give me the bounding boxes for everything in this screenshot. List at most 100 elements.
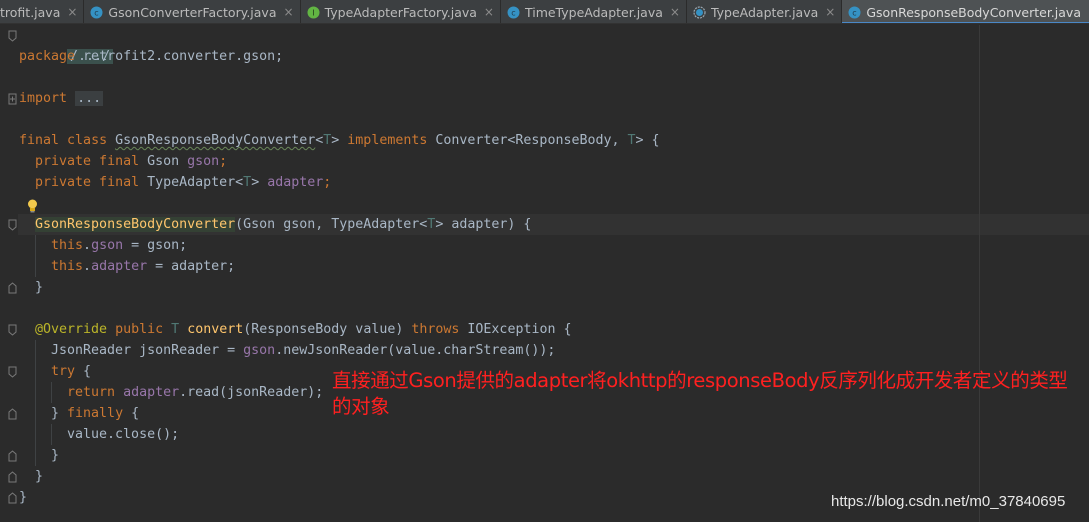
declaration: JsonReader jsonReader =	[51, 343, 244, 358]
lightbulb-icon[interactable]	[27, 199, 38, 213]
close-icon[interactable]: ×	[825, 6, 835, 18]
close-icon[interactable]: ×	[284, 6, 294, 18]
annotation: @Override	[35, 322, 108, 337]
brace: }	[35, 469, 44, 484]
editor-tab-bar: trofit.java × c GsonConverterFactory.jav…	[0, 0, 1089, 24]
class-icon: c	[90, 6, 103, 18]
semicolon: ;	[219, 154, 228, 169]
constructor-name: GsonResponseBodyConverter	[35, 217, 236, 232]
brace: }	[51, 448, 60, 463]
code-editor[interactable]: /.../ package retrofit2.converter.gson; …	[0, 25, 1089, 522]
fold-collapsed-icon[interactable]	[8, 93, 17, 105]
punct: .	[83, 259, 92, 274]
close-icon[interactable]: ×	[670, 6, 680, 18]
code-line-21: }	[19, 445, 59, 466]
fold-end-icon[interactable]	[8, 492, 17, 504]
code-line-7: private final Gson gson;	[19, 151, 227, 172]
keyword: this	[51, 259, 84, 274]
watermark: https://blog.csdn.net/m0_37840695	[831, 493, 1066, 510]
assignment: = adapter;	[147, 259, 236, 274]
keyword: class	[67, 133, 108, 148]
svg-text:c: c	[95, 8, 99, 17]
code-line-10: GsonResponseBodyConverter(Gson gson, Typ…	[19, 214, 531, 235]
params: > adapter) {	[435, 217, 532, 232]
fold-end-icon[interactable]	[8, 282, 17, 294]
fold-end-icon[interactable]	[8, 408, 17, 420]
tab-time-type-adapter[interactable]: c TimeTypeAdapter.java ×	[501, 0, 687, 23]
keyword: final	[19, 133, 60, 148]
modifiers: private final	[35, 175, 140, 190]
field: gson	[243, 343, 276, 358]
code-line-22: }	[19, 466, 43, 487]
class-icon: c	[848, 6, 861, 18]
punct: .	[83, 238, 92, 253]
brace: }	[35, 280, 44, 295]
fold-open-icon[interactable]	[8, 30, 17, 42]
field: gson	[187, 154, 220, 169]
tab-label: TypeAdapter.java	[710, 4, 819, 20]
type: Gson	[139, 154, 188, 169]
close-icon[interactable]: ×	[67, 6, 77, 18]
call: .read(jsonReader);	[179, 385, 324, 400]
type: TypeAdapter<	[139, 175, 244, 190]
class-icon: c	[507, 6, 520, 18]
fold-end-icon[interactable]	[8, 450, 17, 462]
type-param: T	[627, 133, 636, 148]
fold-end-icon[interactable]	[8, 471, 17, 483]
interface-ref: Converter<ResponseBody,	[427, 133, 628, 148]
tab-gson-response-body-converter[interactable]: c GsonResponseBodyConverter.java ×	[842, 0, 1089, 23]
method-name: convert	[187, 322, 244, 337]
keyword: try	[51, 364, 76, 379]
code-line-11: this.gson = gson;	[19, 235, 187, 256]
fold-open-icon[interactable]	[8, 219, 17, 231]
code-line-15: @Override public T convert(ResponseBody …	[19, 319, 571, 340]
code-line-2: package retrofit2.converter.gson;	[19, 46, 283, 67]
annotation-note: 直接通过Gson提供的adapter将okhttp的responseBody反序…	[332, 369, 1068, 418]
modifiers: private final	[35, 154, 140, 169]
keyword: return	[67, 385, 116, 400]
folded-imports[interactable]: ...	[75, 91, 104, 106]
code-line-18: return adapter.read(jsonReader);	[19, 382, 323, 403]
tab-gson-converter-factory[interactable]: c GsonConverterFactory.java ×	[84, 0, 301, 23]
keyword: import	[19, 91, 68, 106]
exception: IOException {	[459, 322, 572, 337]
code-line-16: JsonReader jsonReader = gson.newJsonRead…	[19, 340, 555, 361]
type-param: T	[243, 175, 252, 190]
code-line-20: value.close();	[19, 424, 179, 445]
keyword: this	[51, 238, 84, 253]
svg-text:c: c	[853, 8, 857, 17]
brace: {	[123, 406, 140, 421]
brace: }	[19, 490, 28, 505]
gutter	[0, 25, 18, 522]
keyword: finally	[67, 406, 124, 421]
code-line-19: } finally {	[19, 403, 139, 424]
call: value.close();	[67, 427, 180, 442]
semicolon: ;	[323, 175, 332, 190]
code-line-8: private final TypeAdapter<T> adapter;	[19, 172, 331, 193]
tab-retrofit[interactable]: trofit.java ×	[0, 0, 85, 23]
abstract-class-icon	[693, 5, 706, 19]
keyword: public	[115, 322, 164, 337]
fold-open-icon[interactable]	[8, 366, 17, 378]
keyword: throws	[411, 322, 460, 337]
interface-icon: I	[307, 6, 320, 18]
brace: {	[75, 364, 92, 379]
close-icon[interactable]: ×	[484, 6, 494, 18]
keyword: package	[19, 49, 76, 64]
tab-label: TypeAdapterFactory.java	[324, 4, 477, 20]
fold-open-icon[interactable]	[8, 324, 17, 336]
code-line-12: this.adapter = adapter;	[19, 256, 235, 277]
code-line-17: try {	[19, 361, 91, 382]
brace: }	[51, 406, 68, 421]
tab-type-adapter-factory[interactable]: I TypeAdapterFactory.java ×	[301, 0, 501, 23]
code-line-13: }	[19, 277, 43, 298]
code-line-4: import ...	[19, 88, 104, 109]
params: (ResponseBody value)	[243, 322, 412, 337]
tab-label: trofit.java	[0, 4, 61, 20]
field: adapter	[91, 259, 148, 274]
punct: >	[331, 133, 340, 148]
code-line-23: }	[19, 487, 27, 508]
field: adapter	[123, 385, 180, 400]
tab-type-adapter[interactable]: TypeAdapter.java ×	[687, 0, 843, 23]
